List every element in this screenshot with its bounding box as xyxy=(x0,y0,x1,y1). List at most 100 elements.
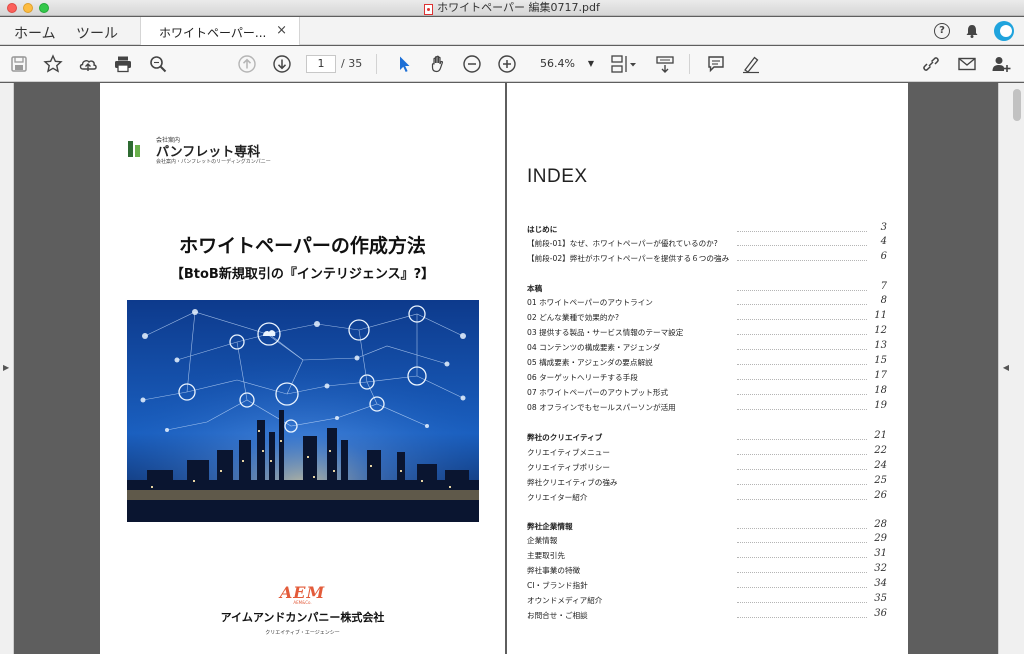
tab-home[interactable]: ホーム xyxy=(14,23,56,43)
document-area[interactable]: ▶ ◀ 会社案内 パンフレット専科 会社案内・パンフレットのリーディングカンパニ… xyxy=(0,83,1024,654)
zoom-in-icon[interactable] xyxy=(497,54,517,74)
index-page-number: 34 xyxy=(874,578,887,589)
star-icon[interactable] xyxy=(43,54,63,74)
zoom-window-button[interactable] xyxy=(39,3,49,13)
link-icon[interactable] xyxy=(921,54,941,74)
toolbar-divider xyxy=(376,54,377,74)
index-page-number: 35 xyxy=(874,593,887,604)
index-page-number: 21 xyxy=(874,430,887,441)
index-page-number: 11 xyxy=(874,310,887,321)
index-leader-dots xyxy=(737,572,867,573)
index-page-number: 19 xyxy=(874,400,887,411)
zoom-out-icon[interactable] xyxy=(462,54,482,74)
hand-tool-icon[interactable] xyxy=(428,54,448,74)
help-icon[interactable]: ? xyxy=(934,23,950,39)
tab-document[interactable]: ホワイトペーパー... × xyxy=(140,17,300,45)
select-cursor-icon[interactable] xyxy=(394,54,414,74)
index-page-number: 22 xyxy=(874,445,887,456)
index-leader-dots xyxy=(737,319,867,320)
index-entry-label: 【前段-01】なぜ、ホワイトペーパーが優れているのか? xyxy=(527,239,718,248)
company-name: アイムアンドカンパニー株式会社 xyxy=(220,611,385,624)
index-leader-dots xyxy=(737,528,867,529)
page-number-input[interactable]: 1 xyxy=(306,55,336,73)
page-layout-icon[interactable] xyxy=(610,54,638,74)
cover-title: ホワイトペーパーの作成方法 xyxy=(179,235,426,257)
right-panel-toggle[interactable]: ◀ xyxy=(998,83,1024,654)
index-page-number: 6 xyxy=(880,251,887,262)
previous-page-icon[interactable] xyxy=(237,54,257,74)
mail-icon[interactable] xyxy=(957,54,977,74)
index-entry-label: 主要取引先 xyxy=(527,551,565,560)
index-entry[interactable]: 弊社事業の特徴 32 xyxy=(527,563,887,579)
company-block: AEM AEM&Co. アイムアンドカンパニー株式会社 クリエイティブ・エージェ… xyxy=(100,583,505,636)
index-leader-dots xyxy=(737,260,867,261)
index-entry[interactable]: 02 どんな業種で効果的か? 11 xyxy=(527,310,887,326)
index-section-heading[interactable]: 弊社のクリエイティブ 21 xyxy=(527,430,887,446)
index-entry[interactable]: お問合せ・ご相談 36 xyxy=(527,608,887,624)
index-entry-label: 弊社事業の特徴 xyxy=(527,566,581,575)
minimize-window-button[interactable] xyxy=(23,3,33,13)
scroll-mode-icon[interactable] xyxy=(655,54,675,74)
index-leader-dots xyxy=(737,409,867,410)
close-window-button[interactable] xyxy=(7,3,17,13)
expand-left-panel-icon[interactable]: ▶ xyxy=(3,363,9,372)
index-section-heading[interactable]: 本稿 7 xyxy=(527,281,887,297)
index-section-heading[interactable]: はじめに 3 xyxy=(527,222,887,238)
index-leader-dots xyxy=(737,587,867,588)
index-section-heading[interactable]: 弊社企業情報 28 xyxy=(527,519,887,535)
index-entry-label: クリエイティブメニュー xyxy=(527,448,610,457)
index-entry[interactable]: クリエイティブポリシー 24 xyxy=(527,460,887,476)
index-entry[interactable]: 08 オフラインでもセールスパーソンが活用 19 xyxy=(527,400,887,416)
next-page-icon[interactable] xyxy=(272,54,292,74)
index-entry[interactable]: 01 ホワイトペーパーのアウトライン 8 xyxy=(527,295,887,311)
bell-icon[interactable] xyxy=(964,23,980,39)
index-page-number: 13 xyxy=(874,340,887,351)
pdf-viewer-window: ホワイトペーパー 編集0717.pdf ホーム ツール ホワイトペーパー... … xyxy=(0,0,1024,654)
highlight-pen-icon[interactable] xyxy=(741,54,761,74)
comment-icon[interactable] xyxy=(706,54,726,74)
index-leader-dots xyxy=(737,499,867,500)
index-entry[interactable]: 03 提供する製品・サービス情報のテーマ設定 12 xyxy=(527,325,887,341)
cloud-upload-icon[interactable] xyxy=(78,54,98,74)
index-leader-dots xyxy=(737,617,867,618)
index-entry[interactable]: 【前段-02】弊社がホワイトペーパーを提供する６つの強み 6 xyxy=(527,251,887,267)
avatar[interactable] xyxy=(994,21,1014,41)
index-entry[interactable]: 07 ホワイトペーパーのアウトプット形式 18 xyxy=(527,385,887,401)
index-entry[interactable]: 04 コンテンツの構成要素・アジェンダ 13 xyxy=(527,340,887,356)
index-page-number: 15 xyxy=(874,355,887,366)
index-entry[interactable]: 主要取引先 31 xyxy=(527,548,887,564)
index-entry-label: 06 ターゲットへリーチする手段 xyxy=(527,373,638,382)
index-entry[interactable]: クリエイター紹介 26 xyxy=(527,490,887,506)
index-entry-label: お問合せ・ご相談 xyxy=(527,611,588,620)
index-title: INDEX xyxy=(527,166,588,187)
zoom-level: 56.4% xyxy=(540,57,575,70)
index-entry[interactable]: CI・ブランド指針 34 xyxy=(527,578,887,594)
index-entry-label: 弊社クリエイティブの強み xyxy=(527,478,618,487)
vertical-scrollbar[interactable] xyxy=(1013,89,1021,121)
tab-tools[interactable]: ツール xyxy=(76,23,118,43)
zoom-level-select[interactable]: 56.4% ▼ xyxy=(532,55,596,73)
pdf-page-cover: 会社案内 パンフレット専科 会社案内・パンフレットのリーディングカンパニー ホワ… xyxy=(100,83,505,654)
toolbar-divider xyxy=(689,54,690,74)
index-entry-label: 01 ホワイトペーパーのアウトライン xyxy=(527,298,653,307)
index-leader-dots xyxy=(737,245,867,246)
index-entry[interactable]: 企業情報 29 xyxy=(527,533,887,549)
add-user-icon[interactable] xyxy=(991,54,1011,74)
tab-close-button[interactable]: × xyxy=(276,23,287,38)
index-entry[interactable]: クリエイティブメニュー 22 xyxy=(527,445,887,461)
index-entry[interactable]: 05 構成要素・アジェンダの要点解説 15 xyxy=(527,355,887,371)
index-leader-dots xyxy=(737,484,867,485)
left-panel-toggle[interactable]: ▶ xyxy=(0,83,14,654)
expand-right-panel-icon[interactable]: ◀ xyxy=(1003,363,1009,372)
index-entry[interactable]: オウンドメディア紹介 35 xyxy=(527,593,887,609)
print-icon[interactable] xyxy=(113,54,133,74)
search-icon[interactable] xyxy=(148,54,168,74)
index-entry-label: 03 提供する製品・サービス情報のテーマ設定 xyxy=(527,328,684,337)
index-entry[interactable]: 06 ターゲットへリーチする手段 17 xyxy=(527,370,887,386)
index-page-number: 29 xyxy=(874,533,887,544)
index-entry-label: 05 構成要素・アジェンダの要点解説 xyxy=(527,358,653,367)
aem-logo-small: AEM&Co. xyxy=(293,600,312,605)
index-entry[interactable]: 【前段-01】なぜ、ホワイトペーパーが優れているのか? 4 xyxy=(527,236,887,252)
save-icon[interactable] xyxy=(9,54,29,74)
index-entry[interactable]: 弊社クリエイティブの強み 25 xyxy=(527,475,887,491)
